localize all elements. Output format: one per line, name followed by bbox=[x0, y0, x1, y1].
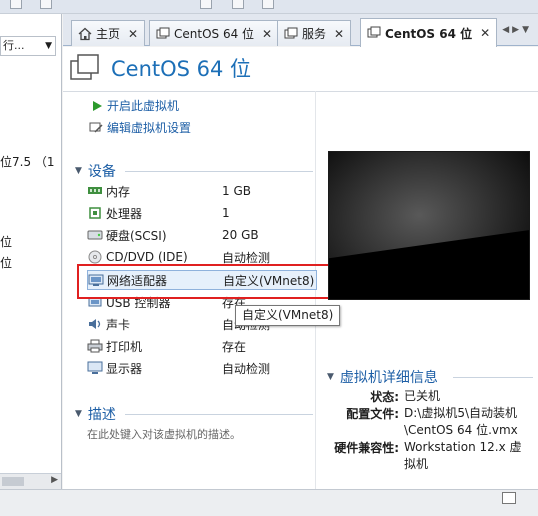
toolbar-icon[interactable] bbox=[40, 0, 52, 9]
description-input[interactable]: 在此处键入对该虚拟机的描述。 bbox=[87, 426, 241, 442]
device-name: CD/DVD (IDE) bbox=[106, 250, 188, 264]
message-log-icon[interactable] bbox=[502, 492, 516, 504]
close-icon[interactable]: ✕ bbox=[128, 27, 138, 41]
details-row-status: 状态: 已关机 bbox=[329, 388, 528, 405]
collapse-icon[interactable]: ▼ bbox=[75, 166, 82, 176]
device-row-hard-disk[interactable]: 硬盘(SCSI) 20 GB bbox=[87, 225, 317, 245]
device-value: 1 GB bbox=[222, 184, 251, 198]
device-name: 硬盘(SCSI) bbox=[106, 228, 167, 243]
library-filter-text: 行... bbox=[3, 39, 25, 52]
vm-icon bbox=[367, 26, 381, 38]
vm-preview-thumbnail[interactable] bbox=[328, 151, 530, 300]
device-name: 显示器 bbox=[106, 361, 143, 376]
details-title: 虚拟机详细信息 bbox=[339, 370, 438, 386]
details-section-title[interactable]: ▼ 虚拟机详细信息 bbox=[327, 367, 438, 387]
details-value: Workstation 12.x 虚拟机 bbox=[404, 440, 522, 471]
device-value: 自动检测 bbox=[222, 361, 271, 376]
library-filter-dropdown[interactable]: 行... ▼ bbox=[0, 36, 56, 56]
tab-label: CentOS 64 位 bbox=[174, 27, 255, 41]
description-section-title[interactable]: ▼ 描述 bbox=[75, 404, 116, 424]
details-value: 已关机 bbox=[404, 389, 441, 403]
scroll-right-icon[interactable]: ▶ bbox=[51, 475, 58, 485]
tab-label: 主页 bbox=[96, 27, 121, 41]
close-icon[interactable]: ✕ bbox=[334, 27, 344, 41]
play-icon bbox=[93, 100, 102, 111]
memory-icon bbox=[88, 187, 102, 194]
horizontal-scrollbar[interactable]: ▶ bbox=[0, 473, 61, 489]
vm-icon bbox=[156, 27, 170, 38]
details-label: 硬件兼容性: bbox=[334, 441, 399, 455]
library-pane: 行... ▼ 位7.5 （1 位 位 ▶ bbox=[0, 14, 62, 489]
close-icon[interactable]: ✕ bbox=[480, 26, 490, 40]
printer-icon bbox=[87, 339, 103, 353]
collapse-icon[interactable]: ▼ bbox=[327, 372, 334, 382]
highlight-box bbox=[77, 264, 331, 299]
scrollbar-thumb[interactable] bbox=[2, 477, 24, 486]
device-row-memory[interactable]: 内存 1 GB bbox=[87, 181, 317, 201]
sound-card-icon bbox=[89, 319, 101, 329]
cd-dvd-icon bbox=[88, 250, 102, 264]
toolbar-icon[interactable] bbox=[262, 0, 274, 9]
device-value: 20 GB bbox=[222, 228, 259, 242]
vm-title: CentOS 64 位 bbox=[111, 57, 252, 81]
tab-label: 服务 bbox=[302, 27, 327, 41]
device-row-display[interactable]: 显示器 自动检测 bbox=[87, 358, 317, 378]
toolbar-icon[interactable] bbox=[200, 0, 212, 9]
settings-icon bbox=[89, 122, 103, 133]
tab-bar: 主页 ✕ CentOS 64 位 ✕ 服务 ✕ CentOS 64 位 ✕ ◀▶… bbox=[63, 14, 538, 47]
vm-icon bbox=[70, 54, 99, 80]
preview-gloss bbox=[329, 152, 529, 260]
toolbar-icon[interactable] bbox=[10, 0, 22, 9]
library-item[interactable]: 位 bbox=[0, 233, 60, 250]
details-value: D:\虚拟机5\自动装机\CentOS 64 位.vmx bbox=[404, 406, 518, 437]
power-on-link[interactable]: 开启此虚拟机 bbox=[91, 97, 179, 114]
library-item[interactable]: 位 bbox=[0, 254, 60, 271]
status-bar bbox=[0, 489, 538, 516]
device-name: 内存 bbox=[106, 184, 131, 199]
devices-section-title[interactable]: ▼ 设备 bbox=[75, 161, 116, 181]
home-icon bbox=[78, 27, 92, 40]
section-divider bbox=[453, 377, 533, 378]
tab-home[interactable]: 主页 ✕ bbox=[71, 20, 146, 46]
devices-title: 设备 bbox=[87, 164, 116, 180]
tab-centos-1[interactable]: CentOS 64 位 ✕ bbox=[149, 20, 280, 46]
section-divider bbox=[125, 171, 313, 172]
details-row-hardware-compat: 硬件兼容性: Workstation 12.x 虚拟机 bbox=[329, 439, 528, 473]
device-value: 1 bbox=[222, 206, 230, 220]
tab-centos-active[interactable]: CentOS 64 位 ✕ bbox=[360, 18, 498, 47]
description-title: 描述 bbox=[87, 407, 116, 423]
collapse-icon[interactable]: ▼ bbox=[75, 409, 82, 419]
device-row-printer[interactable]: 打印机 存在 bbox=[87, 336, 317, 356]
chevron-down-icon[interactable]: ▼ bbox=[45, 37, 52, 55]
divider bbox=[63, 91, 538, 92]
details-label: 配置文件: bbox=[346, 407, 399, 421]
vm-header: CentOS 64 位 bbox=[69, 53, 251, 83]
device-name: 声卡 bbox=[106, 317, 131, 332]
tab-scroll-arrows[interactable]: ◀▶▼ bbox=[502, 25, 532, 35]
device-name: 处理器 bbox=[106, 206, 143, 221]
device-value: 自动检测 bbox=[222, 250, 271, 265]
details-row-config-file: 配置文件: D:\虚拟机5\自动装机\CentOS 64 位.vmx bbox=[329, 405, 528, 439]
toolbar-icon[interactable] bbox=[232, 0, 244, 9]
close-icon[interactable]: ✕ bbox=[262, 27, 272, 41]
power-on-label: 开启此虚拟机 bbox=[107, 99, 180, 113]
edit-settings-label: 编辑虚拟机设置 bbox=[107, 121, 192, 135]
library-item[interactable]: 位7.5 （1 bbox=[0, 153, 60, 170]
display-icon bbox=[87, 361, 103, 374]
vm-icon bbox=[284, 27, 298, 38]
edit-settings-link[interactable]: 编辑虚拟机设置 bbox=[89, 119, 191, 136]
tab-services[interactable]: 服务 ✕ bbox=[277, 20, 352, 46]
device-name: 打印机 bbox=[106, 339, 143, 354]
section-divider bbox=[125, 414, 313, 415]
device-row-processor[interactable]: 处理器 1 bbox=[87, 203, 317, 223]
cpu-icon bbox=[89, 207, 101, 219]
device-value: 存在 bbox=[222, 339, 247, 354]
tab-label: CentOS 64 位 bbox=[385, 26, 473, 41]
hard-disk-icon bbox=[87, 230, 103, 240]
vm-summary-page: CentOS 64 位 开启此虚拟机 编辑虚拟机设置 ▼ 设备 内存 1 GB … bbox=[63, 47, 538, 490]
tooltip: 自定义(VMnet8) bbox=[235, 305, 341, 326]
top-toolbar-strip bbox=[0, 0, 538, 14]
details-label: 状态: bbox=[370, 390, 399, 404]
